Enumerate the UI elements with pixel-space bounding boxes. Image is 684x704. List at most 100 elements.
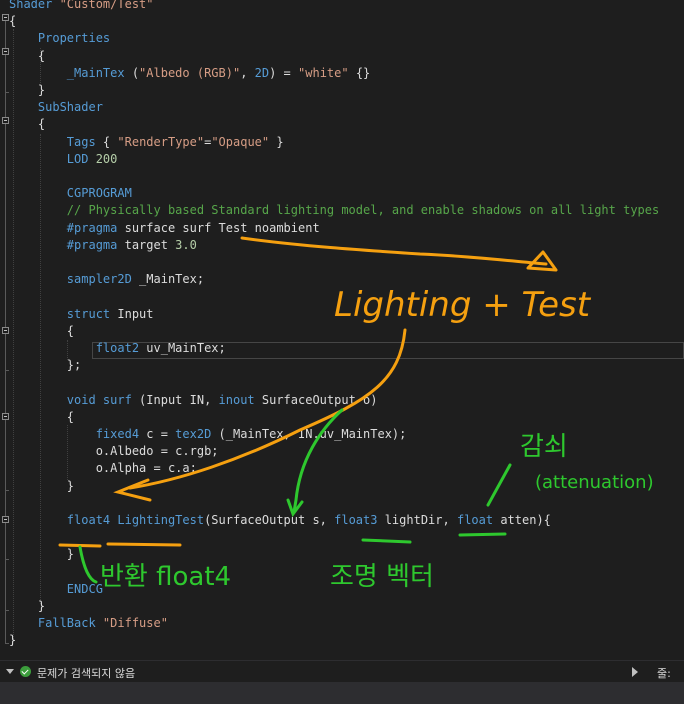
code-line[interactable]: } [9, 478, 74, 495]
code-line[interactable]: Tags { "RenderType"="Opaque" } [9, 134, 284, 151]
code-token: LOD [9, 151, 96, 166]
code-token: Input [110, 306, 154, 321]
code-line[interactable]: ENDCG [9, 581, 103, 598]
code-token: lightDir, [377, 513, 457, 527]
code-line[interactable]: } [9, 598, 45, 615]
check-circle-icon [20, 666, 31, 677]
code-editor[interactable]: Shader "Custom/Test"{ Properties { _Main… [0, 0, 684, 660]
code-token: "Custom/Test" [59, 0, 154, 11]
code-token: { [95, 134, 118, 149]
code-token: SurfaceOutput o) [254, 392, 378, 407]
code-token: fixed4 [9, 427, 140, 441]
code-line[interactable]: o.Albedo = c.rgb; [9, 443, 219, 460]
code-line[interactable]: { [9, 323, 74, 340]
code-line[interactable]: Shader "Custom/Test" [9, 0, 154, 13]
code-token: SubShader [9, 100, 103, 115]
code-token: { [9, 323, 75, 338]
code-token: ( [124, 65, 140, 80]
fold-toggle-subshader[interactable] [2, 117, 9, 124]
code-token: } [9, 599, 46, 613]
code-token: (_MainTex, IN.uv_MainTex); [211, 427, 407, 441]
fold-toggle-shader[interactable] [2, 14, 9, 21]
code-token: (Input IN, [131, 392, 219, 407]
code-line[interactable]: float4 LightingTest(SurfaceOutput s, flo… [9, 512, 551, 529]
code-line[interactable]: FallBack "Diffuse" [9, 615, 168, 632]
code-token: Shader [9, 0, 60, 11]
code-token: uv_MainTex; [139, 341, 226, 355]
code-line[interactable]: { [9, 48, 45, 65]
code-line[interactable]: LOD 200 [9, 151, 118, 168]
code-token: } [9, 478, 75, 493]
code-line[interactable]: o.Alpha = c.a; [9, 460, 197, 477]
code-token: _MainTex; [131, 272, 205, 287]
code-token: } [9, 83, 46, 97]
code-token: FallBack [9, 616, 103, 631]
code-token: , [240, 65, 255, 80]
code-token: atten){ [493, 513, 551, 527]
code-token: {} [348, 65, 371, 80]
code-token: float2 [9, 341, 140, 355]
code-token: float4 [9, 513, 111, 527]
code-line[interactable]: { [9, 13, 16, 30]
code-token: void [9, 392, 96, 407]
code-token: } [9, 547, 75, 562]
code-line[interactable]: fixed4 c = tex2D (_MainTex, IN.uv_MainTe… [9, 426, 407, 443]
issues-status[interactable]: 문제가 검색되지 않음 [37, 665, 135, 681]
code-token: }; [9, 358, 82, 373]
fold-toggle-properties[interactable] [2, 48, 9, 55]
code-line[interactable]: Properties [9, 30, 110, 47]
code-token: Properties [9, 31, 111, 46]
code-token: tex2D [175, 427, 212, 441]
code-line[interactable]: } [9, 632, 16, 649]
code-token: "white" [298, 65, 349, 80]
code-token: sampler2D [9, 272, 132, 287]
code-line[interactable]: } [9, 546, 74, 563]
code-token: // Physically based Standard lighting mo… [9, 203, 660, 218]
code-line[interactable]: #pragma target 3.0 [9, 237, 197, 254]
code-line[interactable]: SubShader [9, 99, 103, 116]
code-token: LightingTest [110, 513, 205, 527]
code-line[interactable]: } [9, 82, 45, 99]
code-token: _MainTex [9, 65, 125, 80]
scroll-right-icon[interactable] [632, 667, 638, 677]
code-line[interactable]: }; [9, 357, 81, 374]
code-line[interactable]: CGPROGRAM [9, 185, 132, 202]
fold-toggle-lighting[interactable] [2, 516, 9, 523]
code-token: "RenderType" [117, 134, 205, 149]
code-line[interactable]: sampler2D _MainTex; [9, 271, 204, 288]
code-token: #pragma [9, 237, 118, 252]
code-token: 200 [95, 151, 118, 166]
code-token: ENDCG [9, 581, 103, 596]
code-token: (SurfaceOutput s, [204, 513, 335, 527]
code-token: float3 [334, 513, 378, 527]
code-token: Tags [9, 134, 96, 149]
code-line[interactable]: struct Input [9, 306, 154, 323]
dropdown-icon[interactable] [6, 669, 14, 674]
code-line[interactable]: { [9, 116, 45, 133]
code-token: c = [139, 427, 176, 441]
code-token: ) = [269, 65, 299, 80]
status-bar: 문제가 검색되지 않음 줄: 21 [0, 660, 684, 694]
fold-toggle-struct[interactable] [2, 327, 9, 334]
code-token: target [117, 237, 176, 252]
code-token: o.Alpha = c.a; [9, 461, 197, 476]
code-token: "Diffuse" [102, 616, 168, 631]
code-token: } [269, 134, 284, 149]
code-token: { [9, 117, 46, 132]
code-token: surf [95, 392, 132, 407]
code-token: 3.0 [175, 237, 197, 252]
code-token: { [9, 409, 75, 424]
code-line[interactable]: // Physically based Standard lighting mo… [9, 202, 659, 219]
code-token: CGPROGRAM [9, 186, 132, 201]
code-line[interactable]: float2 uv_MainTex; [9, 340, 226, 357]
code-token: surface surf Test noambient [117, 220, 320, 235]
code-line[interactable]: #pragma surface surf Test noambient [9, 220, 320, 237]
code-line[interactable]: _MainTex ("Albedo (RGB)", 2D) = "white" … [9, 65, 370, 82]
code-token: { [9, 48, 46, 63]
code-token: inout [218, 392, 255, 407]
code-token: "Albedo (RGB)" [139, 65, 241, 80]
code-line[interactable]: void surf (Input IN, inout SurfaceOutput… [9, 392, 378, 409]
fold-toggle-surf[interactable] [2, 413, 9, 420]
code-token: "Opaque" [211, 134, 270, 149]
code-line[interactable]: { [9, 409, 74, 426]
